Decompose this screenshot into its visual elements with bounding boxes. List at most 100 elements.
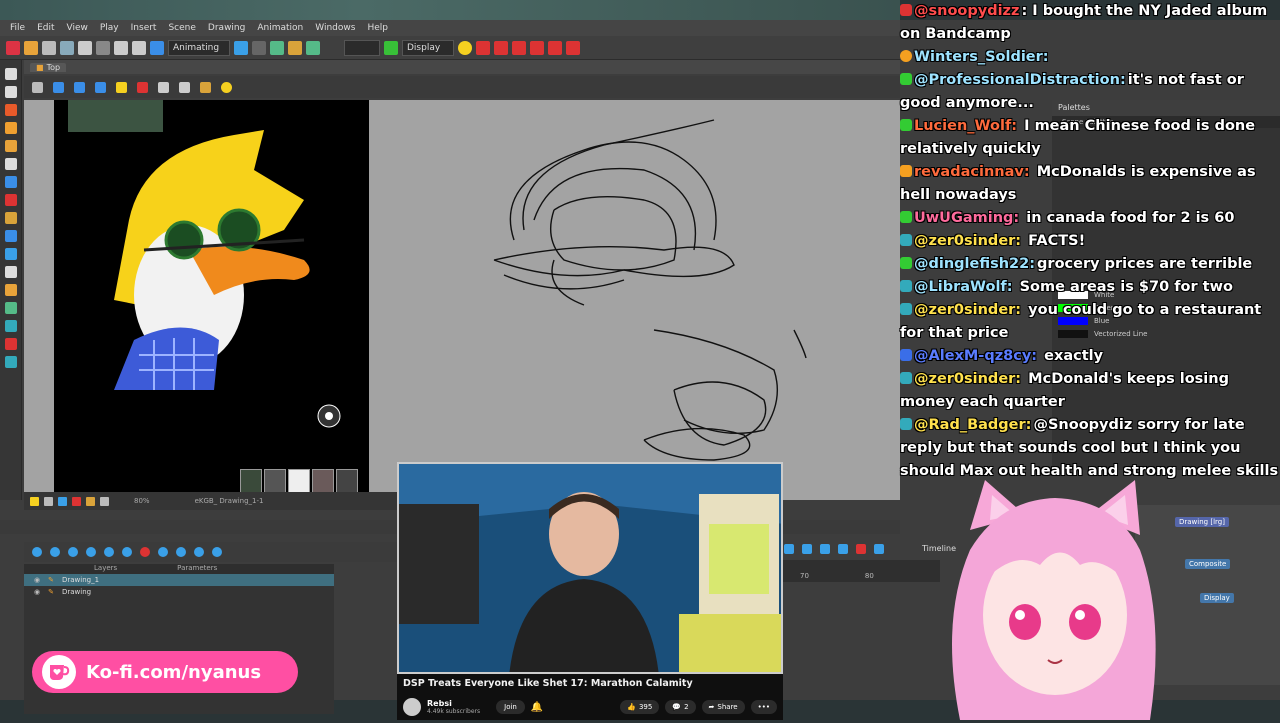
reset-icon[interactable] [100, 496, 109, 506]
composite-node[interactable]: Composite [1185, 559, 1231, 569]
prev-frame-icon[interactable] [50, 547, 60, 557]
workspace-select[interactable]: Animating [168, 39, 230, 56]
grid-icon[interactable] [306, 40, 320, 55]
tab-top-view[interactable]: ■ Top [30, 62, 67, 72]
bulb-icon[interactable] [221, 81, 232, 93]
workspace-manager-icon[interactable] [234, 40, 248, 55]
zoom-tool-icon[interactable] [4, 284, 17, 296]
share-button[interactable]: ➦ Share [701, 700, 745, 714]
stretch-icon[interactable] [838, 544, 848, 554]
marker-red4-icon[interactable] [530, 40, 544, 55]
menu-edit[interactable]: Edit [31, 23, 60, 33]
anchor-icon[interactable] [95, 81, 106, 93]
like-button[interactable]: 👍 395 [620, 700, 660, 714]
add-keyframe-icon[interactable] [68, 547, 78, 557]
eyedrop-icon[interactable] [158, 81, 169, 93]
palette-icon[interactable] [200, 81, 211, 93]
filter-icon[interactable] [874, 544, 884, 554]
zoom-in-icon[interactable] [784, 544, 794, 554]
eye-icon[interactable]: ◉ [34, 588, 40, 596]
text-tool-icon[interactable] [4, 158, 17, 170]
menu-drawing[interactable]: Drawing [202, 23, 251, 33]
paint-tool-icon[interactable] [4, 140, 17, 152]
eye-icon[interactable]: ◉ [34, 576, 40, 584]
bulb-small-icon[interactable] [30, 496, 39, 506]
menu-file[interactable]: File [4, 23, 31, 33]
rec-icon[interactable] [72, 496, 81, 506]
layer-row[interactable]: ◉ ✎ Drawing_1 [24, 574, 334, 586]
transform-tool-icon[interactable] [4, 230, 17, 242]
save-as-icon[interactable] [60, 40, 74, 55]
join-button[interactable]: Join [496, 700, 525, 714]
cut-icon[interactable] [114, 40, 128, 55]
layer-row[interactable]: ◉ ✎ Drawing [24, 586, 334, 598]
kofi-banner[interactable]: Ko-fi.com/nyanus [32, 651, 298, 693]
pegs-icon[interactable] [74, 81, 85, 93]
contour-tool-icon[interactable] [4, 86, 17, 98]
next-frame-icon[interactable] [176, 547, 186, 557]
menu-animation[interactable]: Animation [251, 23, 309, 33]
copy-icon[interactable] [132, 40, 146, 55]
rectangle-tool-icon[interactable] [4, 176, 17, 188]
onion-skin-icon[interactable] [252, 40, 266, 55]
pen-mode-icon[interactable] [384, 40, 398, 55]
display-node[interactable]: Display [1200, 593, 1234, 603]
youtube-video-player[interactable] [397, 462, 783, 674]
brush-tool-icon[interactable] [4, 104, 17, 116]
menu-scene[interactable]: Scene [162, 23, 201, 33]
marker-icon[interactable] [856, 544, 866, 554]
display-select[interactable]: Display [402, 39, 454, 56]
paste-icon[interactable] [150, 40, 164, 55]
fast-forward-icon[interactable] [122, 547, 132, 557]
sync-icon[interactable] [194, 547, 204, 557]
video-title[interactable]: DSP Treats Everyone Like Shet 17: Marath… [403, 678, 693, 689]
channel-name[interactable]: Rebsi [427, 699, 480, 708]
menu-view[interactable]: View [61, 23, 94, 33]
zoom-out-icon[interactable] [802, 544, 812, 554]
onion-icon[interactable] [820, 544, 830, 554]
camera-icon[interactable] [53, 81, 64, 93]
crop-tool-icon[interactable] [4, 302, 17, 314]
channel-avatar[interactable] [403, 698, 421, 716]
open-icon[interactable] [24, 40, 38, 55]
record-icon[interactable] [140, 547, 150, 557]
marker-red-icon[interactable] [476, 40, 490, 55]
stamp-tool-icon[interactable] [4, 320, 17, 332]
drawing-node[interactable]: Drawing [lrg] [1175, 517, 1229, 527]
select-tool-icon[interactable] [4, 68, 17, 80]
undo-icon[interactable] [78, 40, 92, 55]
rotate-small-icon[interactable] [86, 496, 95, 506]
grid-toggle-icon[interactable] [32, 81, 43, 93]
flip-icon[interactable] [58, 496, 67, 506]
marker-red2-icon[interactable] [494, 40, 508, 55]
new-icon[interactable] [6, 40, 20, 55]
menu-help[interactable]: Help [361, 23, 394, 33]
eraser-tool-icon[interactable] [4, 194, 17, 206]
pencil-tool-icon[interactable] [4, 122, 17, 134]
loop-icon[interactable] [104, 547, 114, 557]
menu-insert[interactable]: Insert [125, 23, 163, 33]
timeline-ruler[interactable]: 70 80 [780, 560, 940, 582]
pen-red-icon[interactable] [137, 81, 148, 93]
morph-tool-icon[interactable] [4, 356, 17, 368]
marker-red3-icon[interactable] [512, 40, 526, 55]
light-table-icon[interactable] [270, 40, 284, 55]
play-icon[interactable] [158, 547, 168, 557]
menu-play[interactable]: Play [94, 23, 125, 33]
redo-icon[interactable] [96, 40, 110, 55]
rotate-tool-icon[interactable] [4, 248, 17, 260]
rotate-icon[interactable] [288, 40, 302, 55]
light-bulb-icon[interactable] [458, 40, 472, 55]
comment-button[interactable]: 💬 2 [665, 700, 696, 714]
first-frame-icon[interactable] [32, 547, 42, 557]
more-button[interactable]: ••• [750, 700, 777, 714]
frame-icon[interactable] [44, 496, 53, 506]
dropper-tool-icon[interactable] [4, 338, 17, 350]
remove-keyframe-icon[interactable] [86, 547, 96, 557]
marker-red5-icon[interactable] [548, 40, 562, 55]
zoom-level[interactable]: 80% [134, 497, 150, 505]
marker-red6-icon[interactable] [566, 40, 580, 55]
lock-icon[interactable] [116, 81, 127, 93]
hand-tool-icon[interactable] [4, 266, 17, 278]
frame-combo[interactable] [344, 39, 380, 56]
